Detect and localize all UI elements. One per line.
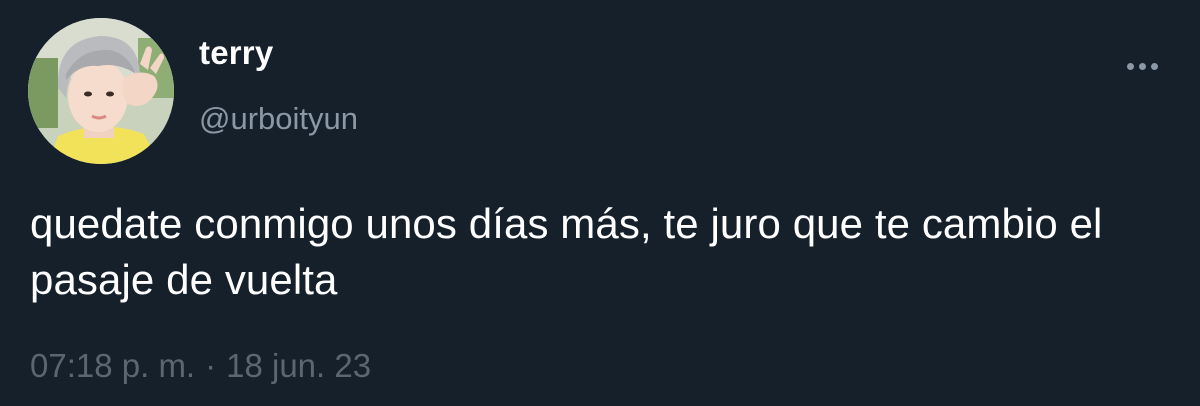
tweet-text: quedate conmigo unos días más, te juro q…	[30, 200, 1103, 303]
dot	[1138, 62, 1146, 70]
tweet-time: 07:18 p. m.	[30, 347, 196, 384]
tweet-card: terry @urboityun quedate conmigo unos dí…	[0, 0, 1200, 406]
dot	[1150, 62, 1158, 70]
avatar[interactable]	[28, 18, 174, 164]
avatar-image	[28, 18, 174, 164]
display-name[interactable]: terry	[199, 33, 273, 73]
tweet-date: 18 jun. 23	[226, 347, 372, 384]
tweet-timestamp[interactable]: 07:18 p. m. · 18 jun. 23	[30, 345, 371, 387]
more-options-icon[interactable]	[1116, 52, 1168, 80]
dot	[1126, 62, 1134, 70]
meta-separator: ·	[205, 347, 217, 384]
user-handle[interactable]: @urboityun	[199, 99, 358, 139]
